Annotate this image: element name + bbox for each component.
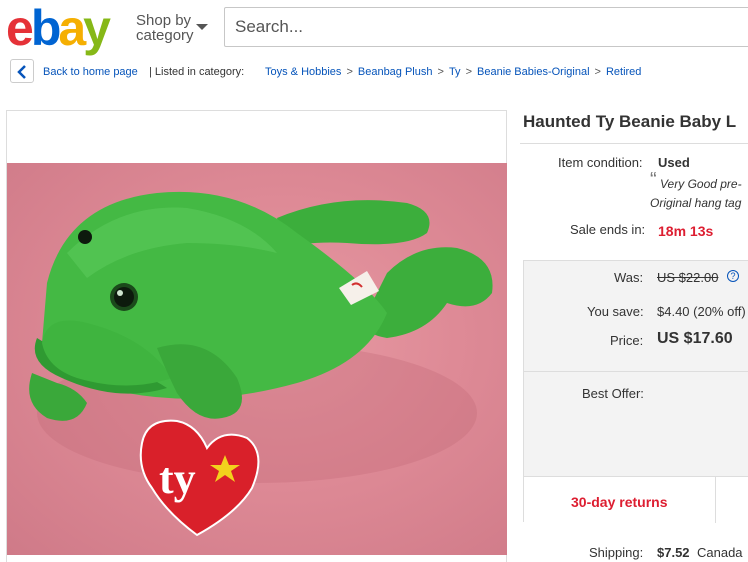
breadcrumb-link-retired[interactable]: Retired	[606, 66, 641, 78]
listed-in-label: | Listed in category:	[149, 66, 245, 78]
condition-value: Used	[658, 155, 690, 170]
breadcrumb-separator: >	[465, 66, 472, 78]
search-input[interactable]	[225, 8, 748, 46]
chevron-down-icon	[196, 24, 208, 30]
info-icon[interactable]: ?	[727, 270, 739, 282]
title-divider	[520, 143, 748, 144]
sale-ends-label: Sale ends in:	[570, 222, 646, 237]
best-offer-label: Best Offer:	[582, 386, 644, 401]
frog-plush-image: ty	[29, 191, 493, 537]
category-path: Toys & Hobbies > Beanbag Plush > Ty > Be…	[265, 66, 641, 78]
price-label: Price:	[610, 333, 644, 348]
search-box	[224, 7, 748, 47]
breadcrumb-separator: >	[437, 66, 444, 78]
ebay-logo[interactable]: ebay	[6, 2, 111, 54]
price-value: US $17.60	[657, 330, 733, 347]
was-label: Was:	[614, 270, 644, 285]
you-save-value: $4.40 (20% off)	[657, 304, 746, 319]
back-to-home-link[interactable]: Back to home page	[43, 66, 138, 78]
breadcrumb-link-beanbag[interactable]: Beanbag Plush	[358, 66, 433, 78]
site-header: ebay Shop by category	[0, 0, 748, 56]
breadcrumb-link-beanie-original[interactable]: Beanie Babies-Original	[477, 66, 590, 78]
was-price: US $22.00	[657, 270, 719, 285]
breadcrumb-link-ty[interactable]: Ty	[449, 66, 461, 78]
image-gallery: ty	[6, 110, 507, 562]
item-title: Haunted Ty Beanie Baby L	[523, 112, 737, 131]
chevron-left-icon	[17, 65, 26, 79]
returns-link[interactable]: 30-day returns	[571, 494, 667, 510]
shipping-destination: Canada	[697, 545, 743, 560]
shipping-value: $7.52	[657, 545, 690, 560]
shipping-label: Shipping:	[589, 545, 644, 560]
quote-icon: “	[650, 169, 657, 191]
breadcrumb-separator: >	[594, 66, 601, 78]
price-divider	[524, 371, 748, 372]
you-save-label: You save:	[587, 304, 644, 319]
back-button[interactable]	[10, 59, 34, 83]
condition-description: “ Very Good pre- Original hang tag	[650, 169, 742, 210]
product-photo[interactable]: ty	[7, 163, 507, 555]
sale-ends-timer: 18m 13s	[658, 223, 714, 239]
returns-panel: 30-day returns	[524, 476, 748, 523]
breadcrumb-separator: >	[346, 66, 353, 78]
breadcrumb-link-toys[interactable]: Toys & Hobbies	[265, 66, 341, 78]
breadcrumb: Back to home page | Listed in category: …	[0, 58, 748, 86]
condition-label: Item condition:	[558, 155, 643, 170]
ty-logo-text: ty	[159, 454, 196, 503]
shop-by-category-button[interactable]: Shop by category	[136, 13, 208, 43]
returns-divider	[715, 477, 716, 523]
